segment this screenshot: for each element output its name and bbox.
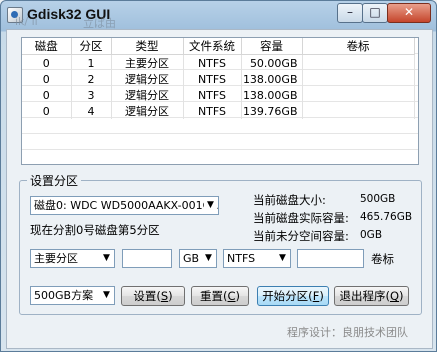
unit-select[interactable]: GB ▼ xyxy=(179,249,217,268)
chevron-down-icon[interactable]: ▼ xyxy=(202,251,215,266)
maximize-icon: □ xyxy=(369,5,381,19)
table-row[interactable]: 0 2 逻辑分区 NTFS 138.00GB xyxy=(22,71,415,87)
reset-button-label-tail: ) xyxy=(235,289,241,303)
cell-partition: 1 xyxy=(71,54,112,71)
table-row[interactable]: 0 1 主要分区 NTFS 50.00GB xyxy=(22,54,415,71)
cell-type: 逻辑分区 xyxy=(111,103,184,119)
cell-capacity: 138.00GB xyxy=(241,71,303,87)
set-button-label-tail: ) xyxy=(168,289,173,303)
column-header-label[interactable]: 卷标 xyxy=(302,38,415,55)
disk-select-value: 磁盘0: WDC WD5000AAKX-001CA xyxy=(34,199,218,212)
cell-capacity: 50.00GB xyxy=(241,54,303,71)
disk-size-value: 500GB xyxy=(360,193,396,205)
volume-label-caption: 卷标 xyxy=(371,252,394,266)
minimize-icon: – xyxy=(347,5,353,19)
cell-disk: 0 xyxy=(22,54,72,71)
column-header-capacity[interactable]: 容量 xyxy=(241,38,303,55)
cell-capacity: 138.00GB xyxy=(241,87,303,103)
cell-partition: 4 xyxy=(71,103,112,119)
minimize-button[interactable]: – xyxy=(337,3,363,23)
filesystem-value: NTFS xyxy=(227,252,256,265)
cell-label xyxy=(302,71,415,87)
chevron-down-icon[interactable]: ▼ xyxy=(100,288,113,303)
cell-filesystem: NTFS xyxy=(183,87,242,103)
disk-size-label: 当前磁盘大小: xyxy=(253,193,326,207)
cell-disk: 0 xyxy=(22,87,72,103)
background-text: ik/ ii xyxy=(15,15,38,28)
scheme-value: 500GB方案 xyxy=(34,289,94,302)
start-button-label: 开始分区( xyxy=(262,289,313,303)
partition-list[interactable]: 磁盘 分区 类型 文件系统 容量 卷标 0 1 主要分区 NTFS 50.00G xyxy=(21,37,419,165)
exit-button-label: 退出程序( xyxy=(339,289,390,303)
set-button[interactable]: 设置(S) xyxy=(121,286,185,306)
reset-button-hotkey: C xyxy=(227,289,236,303)
set-button-label: 设置( xyxy=(133,289,161,303)
column-header-filesystem[interactable]: 文件系统 xyxy=(183,38,242,55)
cell-label xyxy=(302,54,415,71)
reset-button-label: 重置( xyxy=(199,289,228,303)
cell-label xyxy=(302,87,415,103)
exit-button[interactable]: 退出程序(Q) xyxy=(334,286,409,306)
cell-filesystem: NTFS xyxy=(183,54,242,71)
partition-type-value: 主要分区 xyxy=(34,252,78,265)
disk-select[interactable]: 磁盘0: WDC WD5000AAKX-001CA ▼ xyxy=(30,196,219,215)
cell-label xyxy=(302,103,415,119)
table-row[interactable]: 0 4 逻辑分区 NTFS 139.76GB xyxy=(22,103,415,119)
start-partition-button[interactable]: 开始分区(F) xyxy=(257,286,329,306)
cell-type: 逻辑分区 xyxy=(111,71,184,87)
unallocated-value: 0GB xyxy=(360,229,383,241)
credit-text: 程序设计：良朋技术团队 xyxy=(287,326,408,339)
cell-disk: 0 xyxy=(22,103,72,119)
column-header-disk[interactable]: 磁盘 xyxy=(22,38,72,55)
start-button-label-tail: ) xyxy=(319,289,324,303)
maximize-button[interactable]: □ xyxy=(362,3,388,23)
chevron-down-icon[interactable]: ▼ xyxy=(276,251,289,266)
exit-button-label-tail: ) xyxy=(399,289,404,303)
unallocated-label: 当前未分空间容量: xyxy=(253,229,349,243)
unit-value: GB xyxy=(183,252,200,265)
app-window: Gdisk32 GUI ik/ ii 立ぱ由 – □ ✕ 磁盘 分区 类型 文件… xyxy=(0,0,437,352)
cell-partition: 3 xyxy=(71,87,112,103)
column-header-type[interactable]: 类型 xyxy=(111,38,184,55)
table-header: 磁盘 分区 类型 文件系统 容量 卷标 xyxy=(22,38,415,55)
actual-capacity-label: 当前磁盘实际容量: xyxy=(253,211,349,225)
cell-filesystem: NTFS xyxy=(183,103,242,119)
cell-type: 逻辑分区 xyxy=(111,87,184,103)
cell-partition: 2 xyxy=(71,71,112,87)
actual-capacity-value: 465.76GB xyxy=(360,211,413,223)
settings-group-title: 设置分区 xyxy=(27,172,82,189)
column-header-partition[interactable]: 分区 xyxy=(71,38,112,55)
close-button[interactable]: ✕ xyxy=(387,3,431,23)
volume-label-input[interactable] xyxy=(297,249,364,268)
scheme-select[interactable]: 500GB方案 ▼ xyxy=(30,286,115,305)
client-area: 磁盘 分区 类型 文件系统 容量 卷标 0 1 主要分区 NTFS 50.00G xyxy=(6,29,433,349)
reset-button[interactable]: 重置(C) xyxy=(191,286,249,306)
partition-type-select[interactable]: 主要分区 ▼ xyxy=(30,249,115,268)
close-icon: ✕ xyxy=(403,5,415,19)
title-bar[interactable]: Gdisk32 GUI ik/ ii 立ぱ由 – □ ✕ xyxy=(1,1,436,30)
cell-type: 主要分区 xyxy=(111,54,184,71)
cell-capacity: 139.76GB xyxy=(241,103,303,119)
cell-disk: 0 xyxy=(22,71,72,87)
partition-table: 磁盘 分区 类型 文件系统 容量 卷标 0 1 主要分区 NTFS 50.00G xyxy=(22,38,415,119)
table-row[interactable]: 0 3 逻辑分区 NTFS 138.00GB xyxy=(22,87,415,103)
size-input[interactable] xyxy=(122,249,172,268)
filesystem-select[interactable]: NTFS ▼ xyxy=(223,249,291,268)
exit-button-hotkey: Q xyxy=(389,289,400,303)
status-text: 现在分割0号磁盘第5分区 xyxy=(30,223,160,237)
cell-filesystem: NTFS xyxy=(183,71,242,87)
chevron-down-icon[interactable]: ▼ xyxy=(204,198,217,213)
chevron-down-icon[interactable]: ▼ xyxy=(100,251,113,266)
